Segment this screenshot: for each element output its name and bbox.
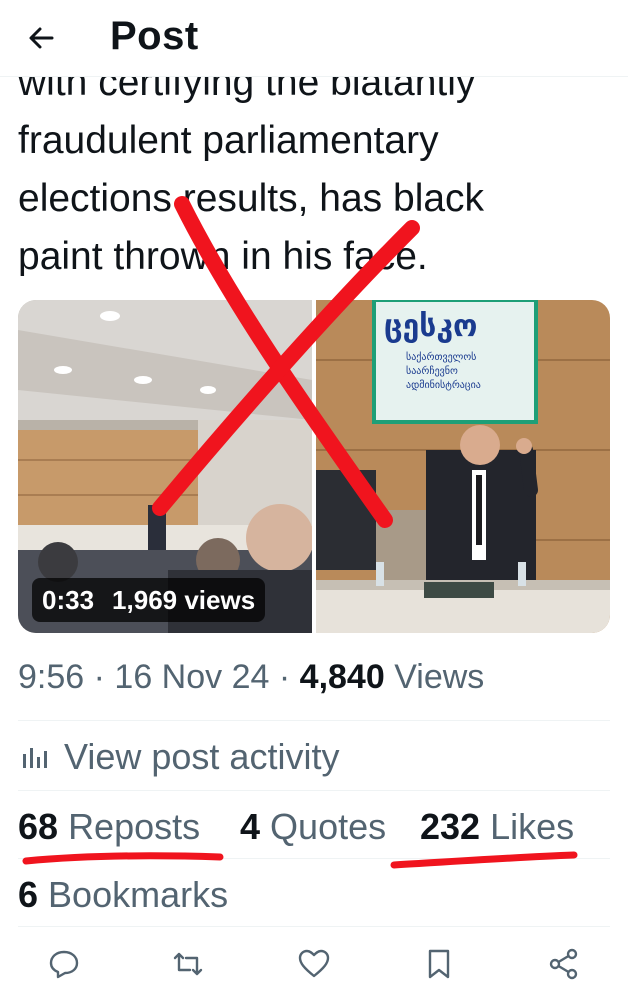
divider <box>18 858 610 859</box>
reply-button[interactable] <box>46 946 82 982</box>
bookmark-button[interactable] <box>421 946 457 982</box>
page-title: Post <box>110 14 199 58</box>
bar-chart-icon <box>23 748 47 768</box>
quotes-stat[interactable]: 4 Quotes <box>240 806 386 848</box>
video-duration: 0:33 <box>42 585 95 615</box>
post-text-line: fraudulent parliamentary <box>18 119 439 162</box>
views-label: Views <box>394 658 485 696</box>
action-bar <box>0 940 628 990</box>
bookmarks-count: 6 <box>18 874 39 915</box>
share-button[interactable] <box>546 946 582 982</box>
post-time: 9:56 <box>18 658 85 696</box>
sign-line1: საქართველოს <box>406 351 476 363</box>
reposts-label: Reposts <box>68 806 201 847</box>
sign-title: ცესკო <box>384 309 477 344</box>
activity-label: View post activity <box>64 736 340 777</box>
bookmark-icon <box>428 949 450 979</box>
post-meta: 9:56 · 16 Nov 24 · 4,840 Views <box>18 658 484 697</box>
photo-thumbnail[interactable]: ცესკო საქართველოს საარჩევნო ადმინისტრაცი… <box>316 300 610 633</box>
sign-line2: საარჩევნო <box>406 365 458 377</box>
sign-line3: ადმინისტრაცია <box>406 379 481 391</box>
like-button[interactable] <box>296 946 332 982</box>
view-post-activity-link[interactable]: View post activity <box>18 736 339 778</box>
bookmarks-stat[interactable]: 6 Bookmarks <box>18 874 228 916</box>
back-button[interactable] <box>22 18 62 58</box>
views-count: 4,840 <box>299 658 385 696</box>
bookmarks-label: Bookmarks <box>48 874 229 915</box>
repost-icon <box>173 952 203 976</box>
video-overlay: 0:33 1,969 views <box>32 578 266 622</box>
reposts-stat[interactable]: 68 Reposts <box>18 806 200 848</box>
media-grid: 0:33 1,969 views ცესკო საქართველოს საარჩ… <box>18 300 610 633</box>
reposts-count: 68 <box>18 806 59 847</box>
reposts-underline <box>22 851 578 869</box>
post-date: 16 Nov 24 <box>114 658 270 696</box>
likes-stat[interactable]: 232 Likes <box>420 806 574 848</box>
divider <box>18 720 610 721</box>
top-bar: Post <box>0 0 628 77</box>
post-text-line: elections results, has black <box>18 177 485 220</box>
repost-button[interactable] <box>170 946 206 982</box>
separator: · <box>278 658 291 696</box>
video-views: 1,969 views <box>112 585 256 615</box>
video-thumbnail[interactable]: 0:33 1,969 views <box>18 300 312 633</box>
divider <box>18 926 610 927</box>
likes-label: Likes <box>490 806 575 847</box>
post-text-line: paint thrown in his face. <box>18 235 428 276</box>
likes-count: 232 <box>420 806 481 847</box>
quotes-count: 4 <box>240 806 261 847</box>
share-icon <box>549 948 578 980</box>
divider <box>18 790 610 791</box>
quotes-label: Quotes <box>270 806 387 847</box>
arrow-left-icon <box>29 27 54 49</box>
reply-icon <box>49 950 79 979</box>
separator: · <box>93 658 105 696</box>
podium-photo-image: ცესკო საქართველოს საარჩევნო ადმინისტრაცი… <box>316 300 610 633</box>
like-icon <box>298 949 330 978</box>
